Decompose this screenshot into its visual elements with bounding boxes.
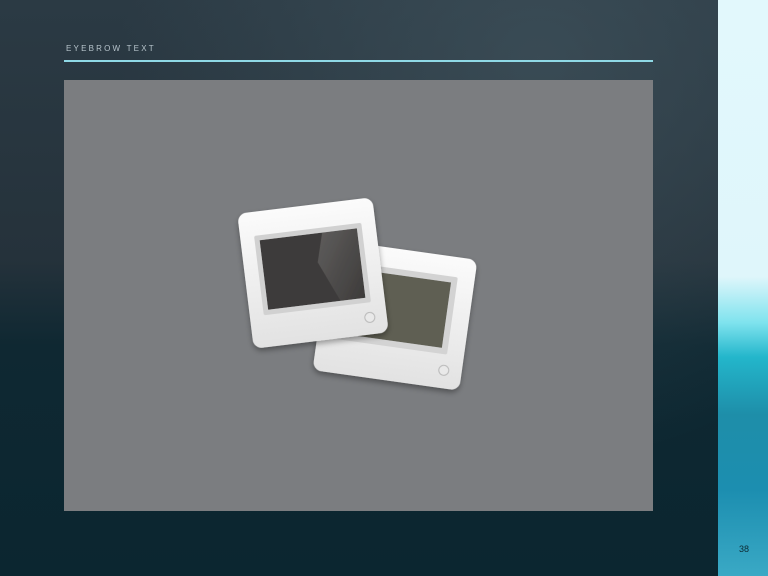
slide: EYEBROW TEXT 38 [0,0,768,576]
image-placeholder[interactable] [64,80,653,511]
side-accent-panel [718,0,768,576]
header-divider [64,60,653,62]
front-slide-frame [238,198,388,348]
photo-slides-icon [238,198,477,390]
eyebrow-text: EYEBROW TEXT [66,44,156,53]
page-number: 38 [738,544,749,554]
